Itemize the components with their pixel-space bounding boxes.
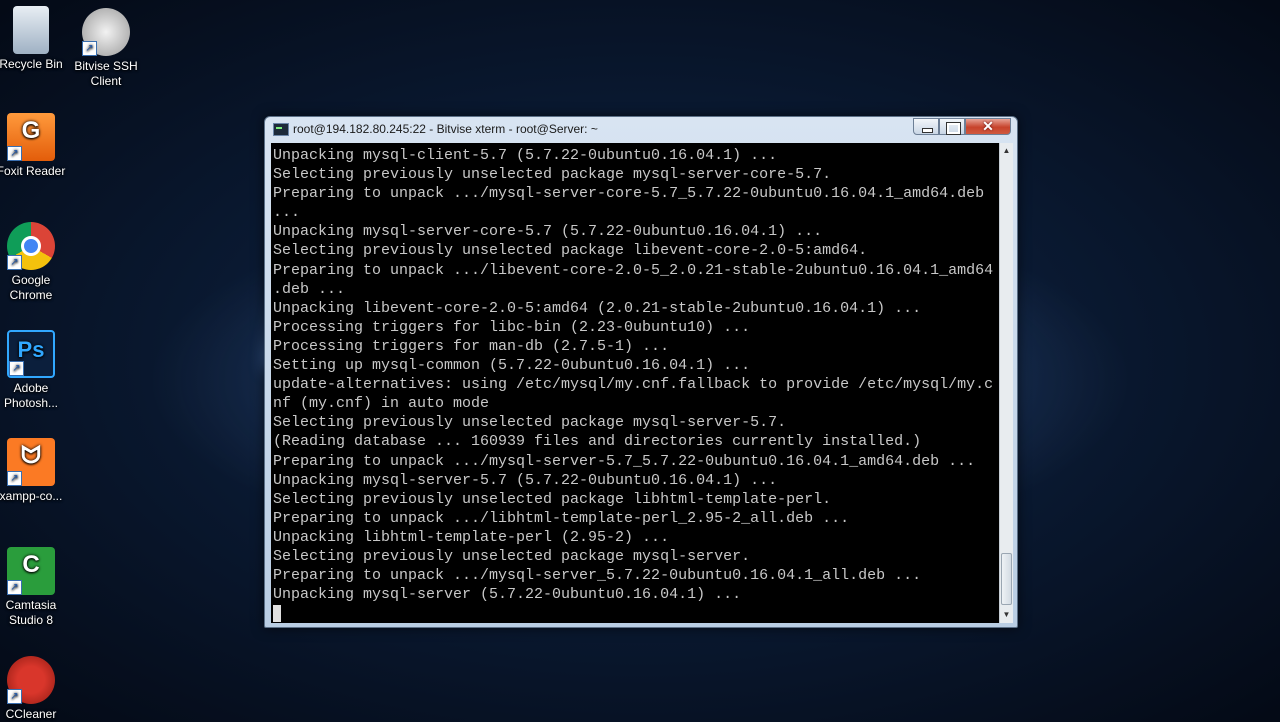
close-icon: ✕ xyxy=(982,118,994,134)
terminal-line: Unpacking mysql-client-5.7 (5.7.22-0ubun… xyxy=(273,147,778,164)
desktop-icon-foxit[interactable]: G ↗ Foxit Reader xyxy=(0,113,71,179)
photoshop-icon: Ps ↗ xyxy=(7,330,55,378)
terminal-line: Unpacking libevent-core-2.0-5:amd64 (2.0… xyxy=(273,299,922,317)
shortcut-arrow-icon: ↗ xyxy=(7,689,22,704)
shortcut-arrow-icon: ↗ xyxy=(7,255,22,270)
terminal-line: Unpacking mysql-server-5.7 (5.7.22-0ubun… xyxy=(273,471,778,489)
terminal-line: Preparing to unpack .../mysql-server_5.7… xyxy=(273,567,922,585)
terminal-line: (Reading database ... 160939 files and d… xyxy=(273,433,922,451)
window-titlebar[interactable]: root@194.182.80.245:22 - Bitvise xterm -… xyxy=(265,117,1017,141)
terminal-line: Processing triggers for libc-bin (2.23-0… xyxy=(273,318,751,336)
desktop-icon-xampp[interactable]: ᗢ ↗ xampp-co... xyxy=(0,438,71,504)
shortcut-arrow-icon: ↗ xyxy=(7,146,22,161)
desktop-icon-label: Foxit Reader xyxy=(0,164,66,178)
terminal-line: Unpacking mysql-server (5.7.22-0ubuntu0.… xyxy=(273,586,742,604)
desktop-icon-camtasia[interactable]: C ↗ Camtasia Studio 8 xyxy=(0,547,71,628)
desktop-icon-photoshop[interactable]: Ps ↗ Adobe Photosh... xyxy=(0,330,71,411)
terminal-line: ... xyxy=(273,204,301,222)
desktop-icon-bitvise[interactable]: ↗ Bitvise SSH Client xyxy=(66,8,146,89)
terminal-line: Preparing to unpack .../mysql-server-cor… xyxy=(273,185,985,203)
recycle-bin-icon xyxy=(13,6,49,54)
foxit-icon: G ↗ xyxy=(7,113,55,161)
vertical-scrollbar[interactable]: ▲ ▼ xyxy=(999,143,1013,623)
desktop-icon-label: Camtasia Studio 8 xyxy=(5,598,57,627)
scroll-up-arrow-icon[interactable]: ▲ xyxy=(1000,143,1013,159)
terminal-line: Selecting previously unselected package … xyxy=(273,414,787,432)
terminal-line: Selecting previously unselected package … xyxy=(273,242,868,260)
terminal-line: Unpacking mysql-server-core-5.7 (5.7.22-… xyxy=(273,223,823,241)
scrollbar-thumb[interactable] xyxy=(1001,553,1012,605)
desktop-icon-label: xampp-co... xyxy=(0,489,63,503)
chrome-icon: ↗ xyxy=(7,222,55,270)
terminal-line: Setting up mysql-common (5.7.22-0ubuntu0… xyxy=(273,357,751,375)
shortcut-arrow-icon: ↗ xyxy=(9,361,24,376)
desktop-icon-label: Google Chrome xyxy=(9,273,53,302)
window-title: root@194.182.80.245:22 - Bitvise xterm -… xyxy=(293,122,598,136)
ccleaner-icon: ↗ xyxy=(7,656,55,704)
shortcut-arrow-icon: ↗ xyxy=(7,580,22,595)
maximize-button[interactable] xyxy=(939,118,965,135)
desktop-icon-recycle-bin[interactable]: Recycle Bin xyxy=(0,6,71,72)
desktop-icon-label: Adobe Photosh... xyxy=(3,381,59,410)
terminal-line: Selecting previously unselected package … xyxy=(273,166,832,184)
terminal-line: Preparing to unpack .../libevent-core-2.… xyxy=(273,261,994,279)
shortcut-arrow-icon: ↗ xyxy=(82,41,97,56)
terminal-app-icon[interactable] xyxy=(273,123,289,136)
window-controls: ✕ xyxy=(913,118,1011,136)
terminal-line: Selecting previously unselected package … xyxy=(273,547,751,565)
terminal-line: Selecting previously unselected package … xyxy=(273,490,832,508)
terminal-window[interactable]: root@194.182.80.245:22 - Bitvise xterm -… xyxy=(264,116,1018,628)
desktop-icon-ccleaner[interactable]: ↗ CCleaner xyxy=(0,656,71,722)
desktop-icon-chrome[interactable]: ↗ Google Chrome xyxy=(0,222,71,303)
terminal-line: Preparing to unpack .../libhtml-template… xyxy=(273,509,850,527)
shortcut-arrow-icon: ↗ xyxy=(7,471,22,486)
scroll-down-arrow-icon[interactable]: ▼ xyxy=(1000,607,1013,623)
close-button[interactable]: ✕ xyxy=(965,118,1011,135)
desktop-icon-label: Recycle Bin xyxy=(0,57,63,71)
terminal-line: .deb ... xyxy=(273,280,346,298)
terminal-line: Processing triggers for man-db (2.7.5-1)… xyxy=(273,337,670,355)
terminal-output[interactable]: Unpacking mysql-client-5.7 (5.7.22-0ubun… xyxy=(271,143,999,623)
terminal-line: nf (my.cnf) in auto mode xyxy=(273,395,490,413)
terminal-line: Preparing to unpack .../mysql-server-5.7… xyxy=(273,452,976,470)
xampp-icon: ᗢ ↗ xyxy=(7,438,55,486)
camtasia-icon: C ↗ xyxy=(7,547,55,595)
desktop-icon-label: Bitvise SSH Client xyxy=(74,59,138,88)
minimize-button[interactable] xyxy=(913,118,939,135)
bitvise-icon: ↗ xyxy=(82,8,130,56)
terminal-line: update-alternatives: using /etc/mysql/my… xyxy=(273,376,994,394)
terminal-prompt-line[interactable] xyxy=(273,604,999,623)
text-cursor xyxy=(273,605,281,623)
terminal-line: Unpacking libhtml-template-perl (2.95-2)… xyxy=(273,528,670,546)
